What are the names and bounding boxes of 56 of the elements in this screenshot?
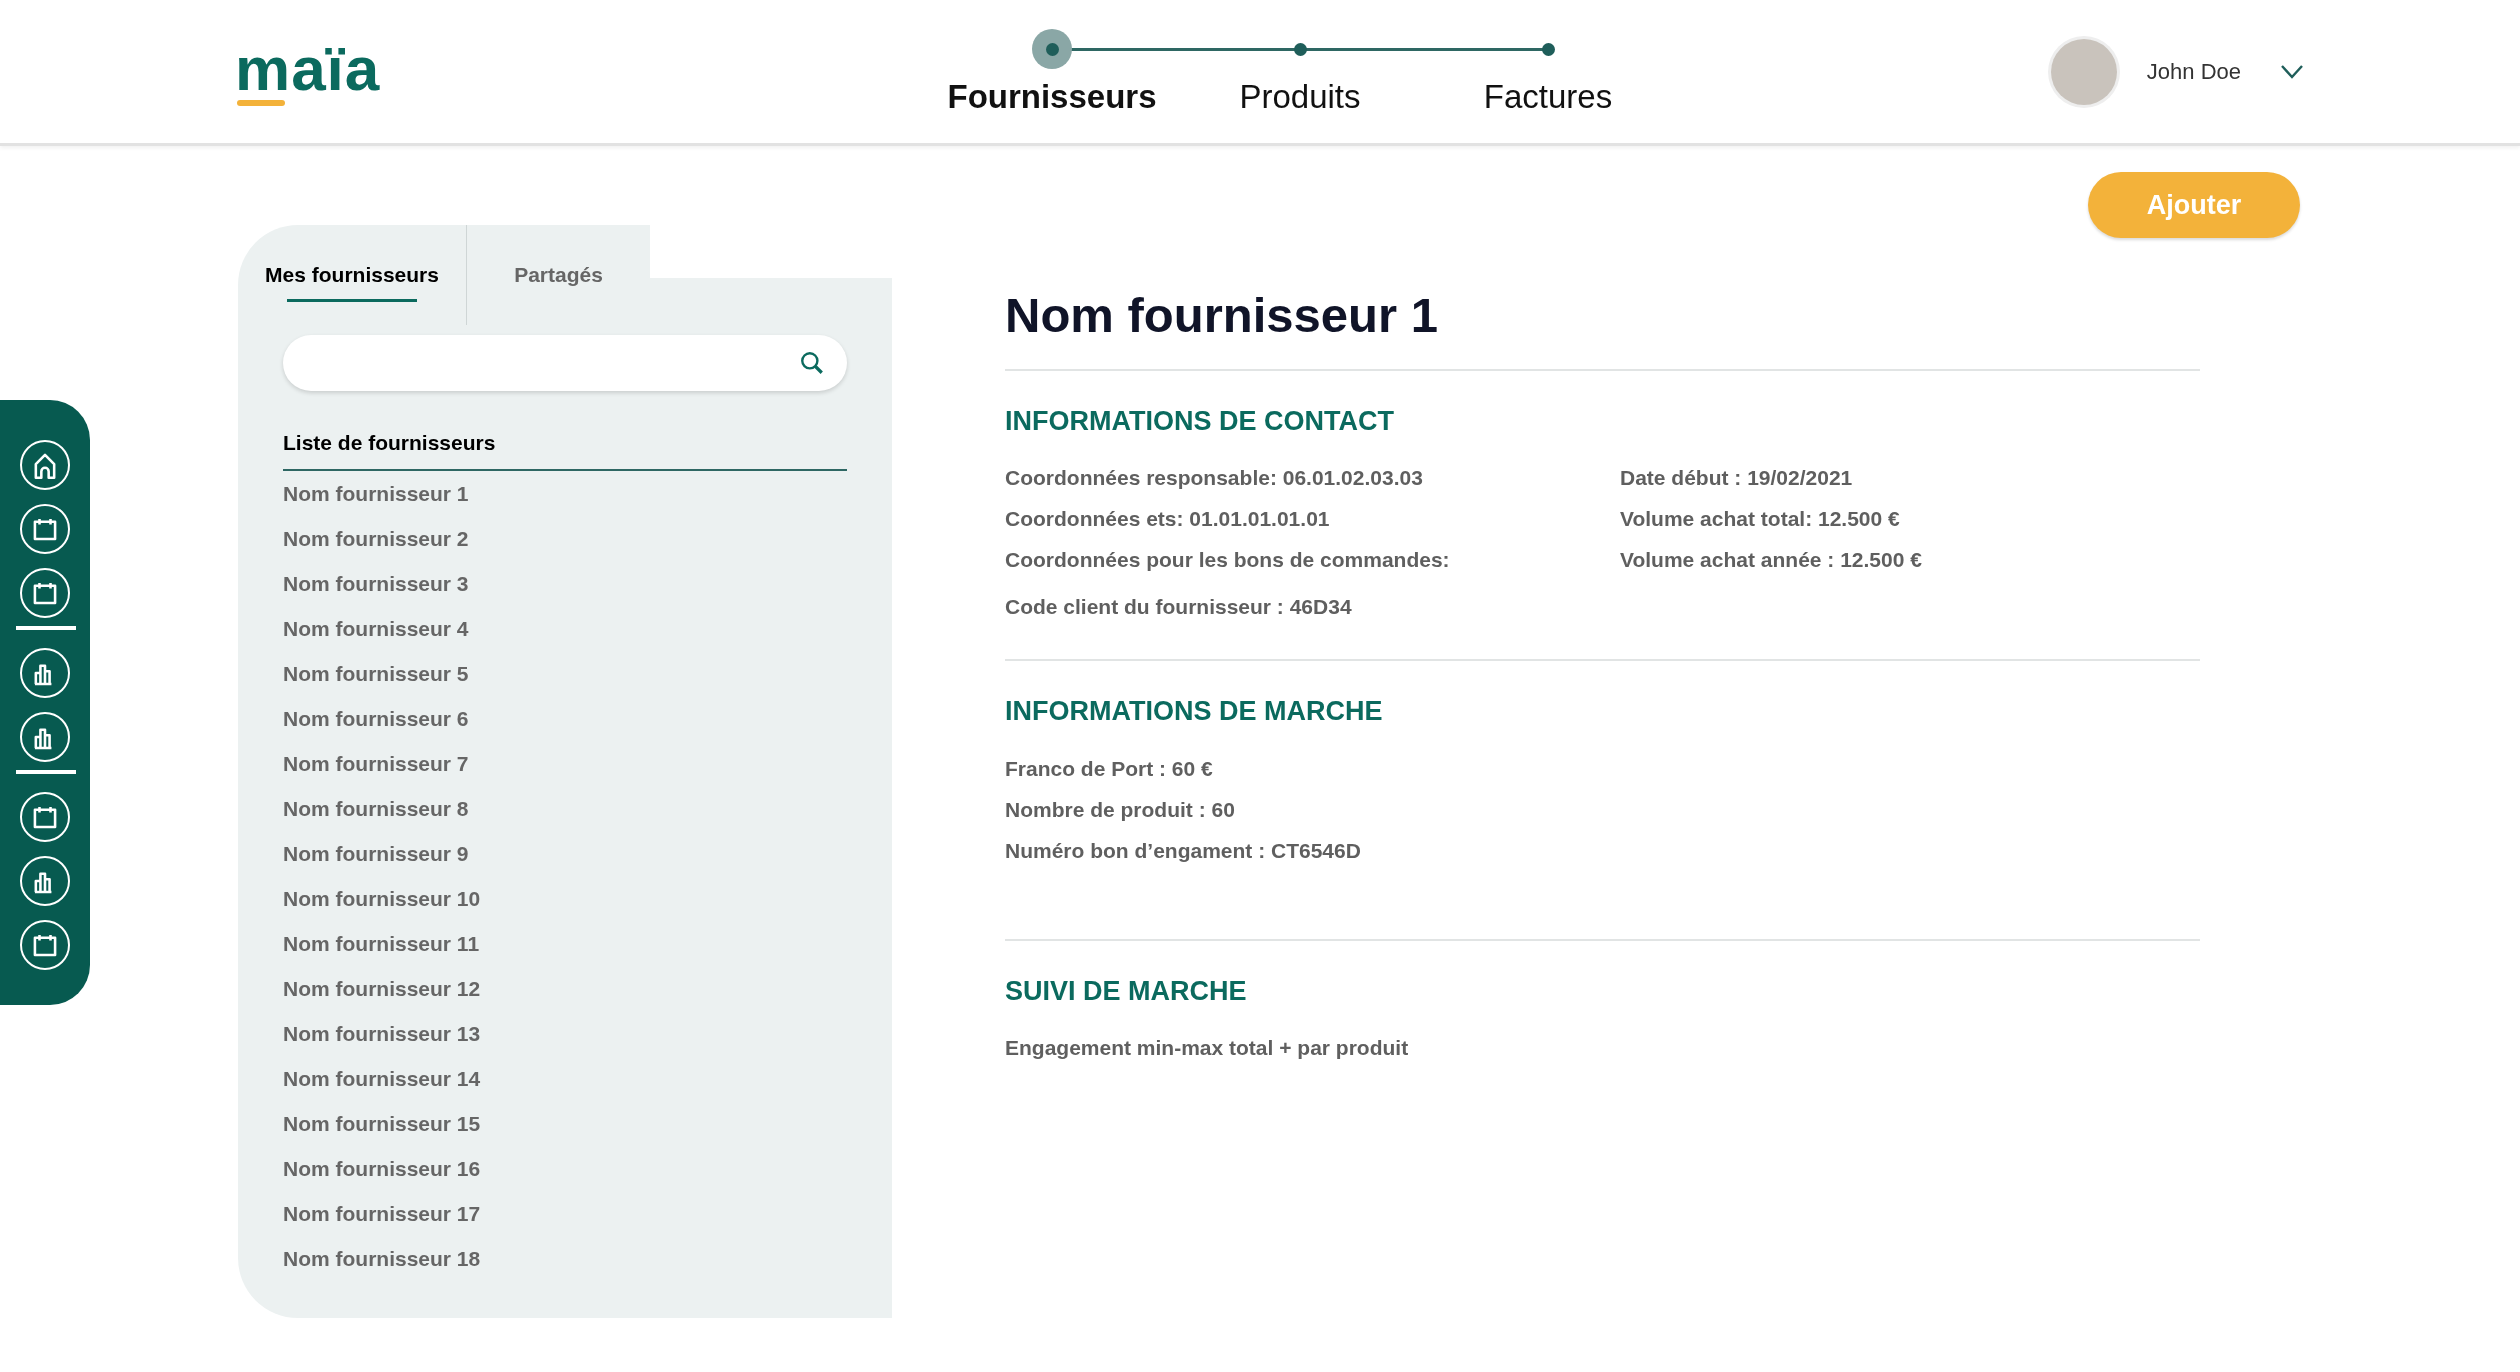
step-label[interactable]: Fournisseurs bbox=[947, 79, 1157, 116]
supplier-item[interactable]: Nom fournisseur 15 bbox=[283, 1100, 481, 1146]
supplier-item[interactable]: Nom fournisseur 12 bbox=[283, 965, 481, 1011]
step-label[interactable]: Produits bbox=[1239, 79, 1361, 116]
step-label[interactable]: Factures bbox=[1483, 79, 1613, 116]
info-line: Volume achat année : 12.500 € bbox=[1620, 547, 1923, 574]
supplier-item[interactable]: Nom fournisseur 4 bbox=[283, 605, 469, 651]
supplier-item[interactable]: Nom fournisseur 1 bbox=[283, 470, 469, 516]
supplier-item[interactable]: Nom fournisseur 16 bbox=[283, 1145, 481, 1191]
step-dot[interactable] bbox=[1032, 29, 1072, 70]
supplier-item[interactable]: Nom fournisseur 3 bbox=[283, 560, 469, 606]
supplier-item[interactable]: Nom fournisseur 11 bbox=[283, 920, 480, 966]
info-line: Code client du fournisseur : 46D34 bbox=[1005, 594, 1353, 621]
info-line: Numéro bon d’engament : CT6546D bbox=[1005, 837, 1361, 864]
step-dot[interactable] bbox=[1293, 42, 1307, 56]
sidebar-button[interactable] bbox=[20, 792, 70, 842]
tab[interactable]: Partagés bbox=[467, 225, 650, 325]
supplier-item[interactable]: Nom fournisseur 5 bbox=[283, 650, 469, 696]
supplier-item[interactable]: Nom fournisseur 17 bbox=[283, 1190, 481, 1236]
sidebar-button[interactable] bbox=[20, 920, 70, 970]
sidebar-button[interactable] bbox=[20, 504, 70, 554]
info-line: Coordonnées pour les bons de commandes: bbox=[1005, 547, 1450, 574]
list-title: Liste de fournisseurs bbox=[283, 430, 497, 456]
chevron-down-icon[interactable] bbox=[2281, 64, 2303, 79]
info-line: Date début : 19/02/2021 bbox=[1620, 465, 1854, 492]
tab[interactable]: Mes fournisseurs bbox=[238, 225, 467, 325]
logo-text: maïa bbox=[235, 37, 382, 100]
logo-underline bbox=[237, 99, 285, 106]
section-heading: SUIVI DE MARCHE bbox=[1005, 974, 1248, 1008]
supplier-item[interactable]: Nom fournisseur 7 bbox=[283, 740, 469, 786]
supplier-item[interactable]: Nom fournisseur 14 bbox=[283, 1055, 481, 1101]
sidebar-button[interactable] bbox=[20, 440, 70, 490]
search-icon[interactable] bbox=[799, 350, 825, 376]
info-line: Franco de Port : 60 € bbox=[1005, 755, 1214, 782]
step-dot[interactable] bbox=[1541, 42, 1555, 56]
supplier-item[interactable]: Nom fournisseur 18 bbox=[283, 1235, 481, 1281]
search-field[interactable] bbox=[283, 335, 847, 391]
supplier-item[interactable]: Nom fournisseur 9 bbox=[283, 830, 469, 876]
info-line: Volume achat total: 12.500 € bbox=[1620, 506, 1901, 533]
supplier-item[interactable]: Nom fournisseur 2 bbox=[283, 515, 469, 561]
supplier-item[interactable]: Nom fournisseur 8 bbox=[283, 785, 469, 831]
supplier-item[interactable]: Nom fournisseur 6 bbox=[283, 695, 469, 741]
info-line: Coordonnées responsable: 06.01.02.03.03 bbox=[1005, 465, 1424, 492]
info-line: Engagement min-max total + par produit bbox=[1005, 1035, 1409, 1062]
user-name: John Doe bbox=[2146, 58, 2241, 86]
supplier-title: Nom fournisseur 1 bbox=[1005, 287, 1439, 344]
section-heading: INFORMATIONS DE MARCHE bbox=[1005, 695, 1384, 729]
sidebar-button[interactable] bbox=[20, 856, 70, 906]
supplier-item[interactable]: Nom fournisseur 10 bbox=[283, 875, 481, 921]
info-line: Nombre de produit : 60 bbox=[1005, 796, 1236, 823]
info-line: Coordonnées ets: 01.01.01.01.01 bbox=[1005, 506, 1331, 533]
supplier-item[interactable]: Nom fournisseur 13 bbox=[283, 1010, 481, 1056]
sidebar-button[interactable] bbox=[20, 712, 70, 762]
sidebar-button[interactable] bbox=[20, 648, 70, 698]
sidebar-button[interactable] bbox=[20, 568, 70, 618]
section-heading: INFORMATIONS DE CONTACT bbox=[1005, 404, 1395, 438]
